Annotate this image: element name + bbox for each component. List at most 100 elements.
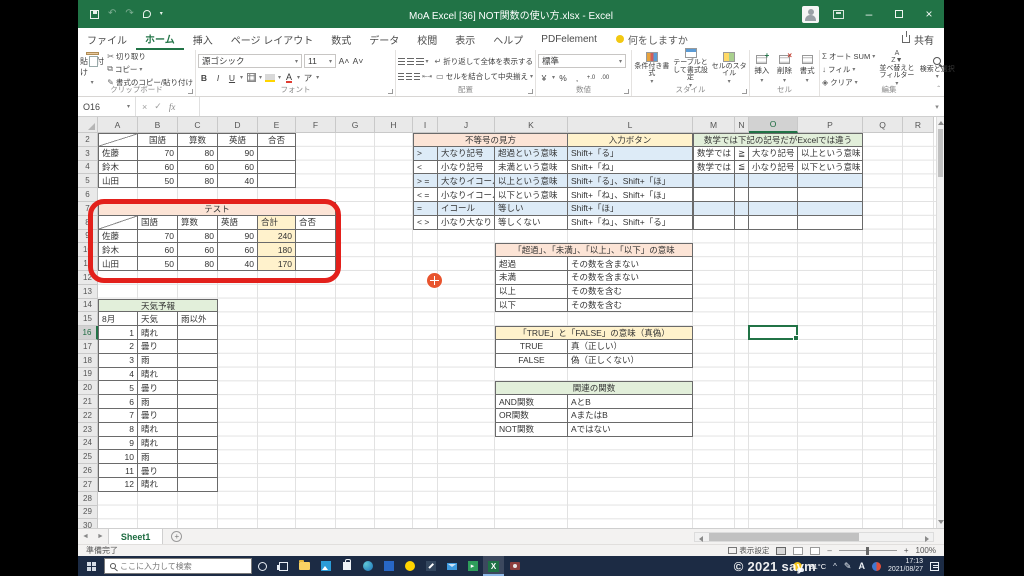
weather-table-cell-A25[interactable]: 10 <box>98 450 138 465</box>
weather-table-cell-C23[interactable] <box>178 422 218 437</box>
weather-table-cell-B16[interactable]: 晴れ <box>138 326 178 340</box>
math-symbols-table-cell-P6[interactable] <box>798 188 863 202</box>
scores-table-cell-E2[interactable]: 合否 <box>258 133 296 147</box>
column-header-C[interactable]: C <box>178 117 218 133</box>
phonetic-button[interactable]: ア <box>302 71 314 84</box>
sheet-grid[interactable]: A B C D E F G H I J K L M N O P Q R 2 3 4 5 6 7 8 9 10 11 12 13 14 15 16… <box>78 117 936 528</box>
horizontal-scrollbar[interactable] <box>694 532 934 542</box>
related-functions-table-cell-K22[interactable]: OR関数 <box>495 409 568 423</box>
inequality-table-cell-K8[interactable]: 等しくない <box>495 215 568 230</box>
weather-table-cell-A22[interactable]: 7 <box>98 409 138 423</box>
math-symbols-table-cell-N6[interactable] <box>735 188 749 202</box>
vertical-scroll-thumb[interactable] <box>938 129 943 177</box>
copy-button[interactable]: ⧉ コピー ▾ <box>107 64 193 75</box>
weather-table-cell-A18[interactable]: 3 <box>98 353 138 368</box>
weather-table-cell-A20[interactable]: 5 <box>98 381 138 396</box>
customize-qat-icon[interactable]: ▾ <box>160 9 163 19</box>
weather-table-cell-A21[interactable]: 6 <box>98 395 138 409</box>
weather-table-cell-B24[interactable]: 晴れ <box>138 436 178 451</box>
styles-dialog-launcher[interactable] <box>742 89 747 94</box>
weather-table-cell-C22[interactable] <box>178 409 218 423</box>
math-symbols-table-cell-P4[interactable]: 以下という意味 <box>798 160 863 175</box>
inequality-table-cell-L5[interactable]: Shift+「る」、Shift+「ほ」 <box>568 174 693 189</box>
name-box[interactable]: O16 ▾ <box>78 97 136 116</box>
true-false-table-cell-L18[interactable]: 偽（正しくない） <box>568 353 693 368</box>
related-functions-table-cell-K20[interactable]: 関連の関数 <box>495 381 693 396</box>
inequality-table-cell-I3[interactable]: > <box>413 146 438 161</box>
green-app-button[interactable]: ▸ <box>462 556 483 576</box>
edge-button[interactable] <box>357 556 378 576</box>
inequality-table-cell-I5[interactable]: > = <box>413 174 438 189</box>
weather-table-cell-A23[interactable]: 8 <box>98 422 138 437</box>
enter-formula-icon[interactable]: ✓ <box>154 101 162 112</box>
related-functions-table-cell-L23[interactable]: Aではない <box>568 422 693 437</box>
weather-table-cell-C16[interactable] <box>178 326 218 340</box>
scroll-right-icon[interactable] <box>925 535 929 542</box>
weather-table-cell-B17[interactable]: 曇り <box>138 340 178 354</box>
row-header-3[interactable]: 3 <box>78 146 98 161</box>
zoom-out-button[interactable]: – <box>827 546 831 555</box>
row-header-4[interactable]: 4 <box>78 160 98 175</box>
start-button[interactable] <box>78 556 104 576</box>
column-header-M[interactable]: M <box>693 117 735 133</box>
normal-view-button[interactable] <box>776 546 787 555</box>
page-layout-view-button[interactable] <box>793 546 804 555</box>
yellow-app-button[interactable] <box>399 556 420 576</box>
zoom-slider[interactable] <box>838 546 897 555</box>
capture-app-button[interactable] <box>504 556 525 576</box>
math-symbols-table-cell-M6[interactable] <box>693 188 735 202</box>
row-header-17[interactable]: 17 <box>78 340 98 354</box>
font-size-select[interactable]: 11 ▾ <box>304 54 336 68</box>
onedrive-app-button[interactable] <box>378 556 399 576</box>
weather-table-cell-B15[interactable]: 天気 <box>138 312 178 327</box>
display-settings-button[interactable]: 表示設定 <box>728 545 769 556</box>
weather-table-cell-B23[interactable]: 晴れ <box>138 422 178 437</box>
row-header-20[interactable]: 20 <box>78 381 98 396</box>
row-header-2[interactable]: 2 <box>78 133 98 147</box>
inequality-table-cell-I2[interactable]: 不等号の見方 <box>413 133 568 147</box>
number-format-select[interactable]: 標準 ▾ <box>538 54 626 68</box>
scores-table-cell-D3[interactable]: 90 <box>218 146 258 161</box>
zoom-in-button[interactable]: + <box>904 546 909 555</box>
save-icon[interactable] <box>90 9 99 19</box>
row-header-21[interactable]: 21 <box>78 395 98 409</box>
math-symbols-table-cell-O6[interactable] <box>749 188 798 202</box>
weather-table-cell-C25[interactable] <box>178 450 218 465</box>
inequality-table-cell-K6[interactable]: 以下という意味 <box>495 188 568 202</box>
math-symbols-table-cell-P7[interactable] <box>798 202 863 216</box>
find-select-button[interactable]: 検索と選択 ▾ <box>919 56 956 82</box>
row-header-25[interactable]: 25 <box>78 450 98 465</box>
autosum-button[interactable]: Σ オート SUM ▾ <box>822 51 875 62</box>
math-symbols-table-cell-M8[interactable] <box>693 215 735 230</box>
row-header-15[interactable]: 15 <box>78 312 98 327</box>
scores-table-cell-D5[interactable]: 40 <box>218 174 258 189</box>
weather-table-cell-A24[interactable]: 9 <box>98 436 138 451</box>
scores-table-cell-E4[interactable] <box>258 160 296 175</box>
minimize-button[interactable]: – <box>854 0 884 28</box>
true-false-table-cell-K17[interactable]: TRUE <box>495 340 568 354</box>
scores-table-cell-E5[interactable] <box>258 174 296 189</box>
inequality-table-cell-L8[interactable]: Shift+「ね」、Shift+「る」 <box>568 215 693 230</box>
task-view-button[interactable] <box>273 556 294 576</box>
ribbon-tab-file[interactable]: ファイル <box>78 28 136 50</box>
share-button[interactable]: 共有 <box>902 31 934 47</box>
scroll-down-icon[interactable] <box>938 520 944 524</box>
cancel-formula-icon[interactable]: × <box>142 102 147 112</box>
file-explorer-button[interactable] <box>294 556 315 576</box>
math-symbols-table-cell-M4[interactable]: 数学では <box>693 160 735 175</box>
excel-taskbar-button[interactable]: X <box>483 556 504 576</box>
math-symbols-table-cell-M3[interactable]: 数学では <box>693 146 735 161</box>
align-middle-icon[interactable] <box>407 58 415 65</box>
ime-mode-icon[interactable]: A <box>858 561 865 571</box>
true-false-table-cell-K16[interactable]: 「TRUE」と「FALSE」の意味（真偽） <box>495 326 693 340</box>
scores-table-cell-B4[interactable]: 60 <box>138 160 178 175</box>
column-header-J[interactable]: J <box>438 117 495 133</box>
weather-table-cell-B25[interactable]: 雨 <box>138 450 178 465</box>
meaning-table-cell-K13[interactable]: 以上 <box>495 284 568 299</box>
sort-filter-button[interactable]: A Z▼ 並べ替えとフィルター ▾ <box>878 50 915 89</box>
meaning-table-cell-L13[interactable]: その数を含む <box>568 284 693 299</box>
cortana-button[interactable] <box>252 556 273 576</box>
true-false-table-cell-K18[interactable]: FALSE <box>495 353 568 368</box>
meaning-table-cell-L14[interactable]: その数を含む <box>568 298 693 313</box>
weather-table-cell-A27[interactable]: 12 <box>98 478 138 492</box>
